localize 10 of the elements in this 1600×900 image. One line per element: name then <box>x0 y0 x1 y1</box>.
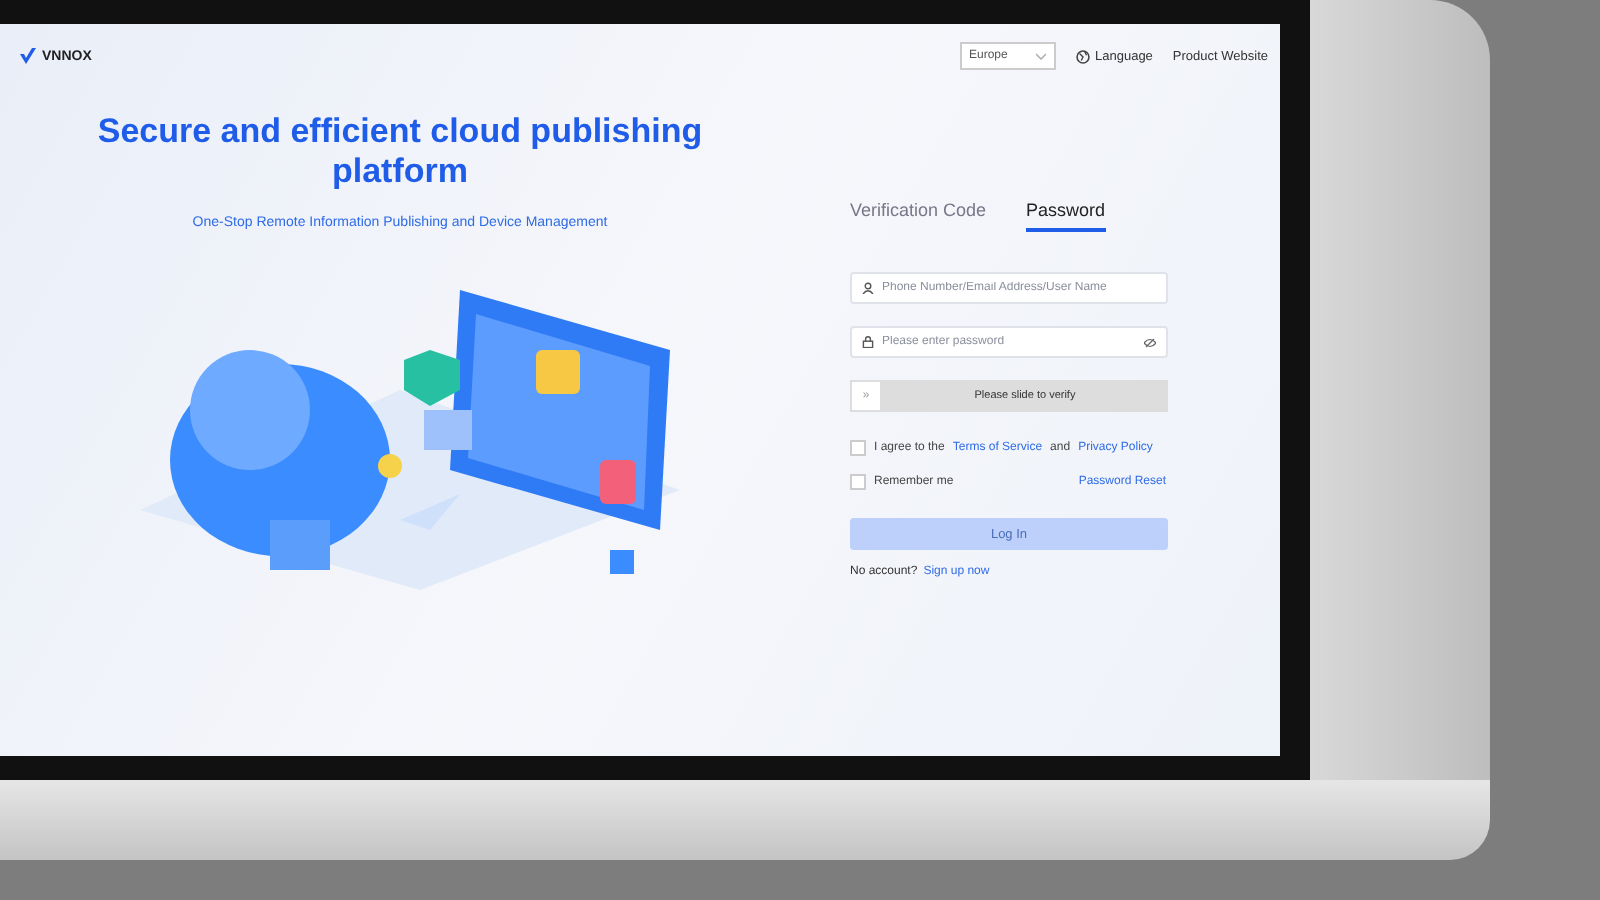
login-tab[interactable]: Verification Code <box>850 198 987 232</box>
logo-icon <box>20 48 36 64</box>
lock-icon <box>862 336 874 348</box>
eye-icon[interactable] <box>1144 337 1156 347</box>
remember-checkbox[interactable] <box>850 474 866 490</box>
chevron-icon <box>1035 52 1045 60</box>
hero-title: Secure and efficient cloud publishing platform <box>95 112 705 192</box>
user-icon <box>862 282 874 294</box>
agree-checkbox[interactable] <box>850 440 866 456</box>
login-tab[interactable]: Password <box>1026 198 1106 232</box>
